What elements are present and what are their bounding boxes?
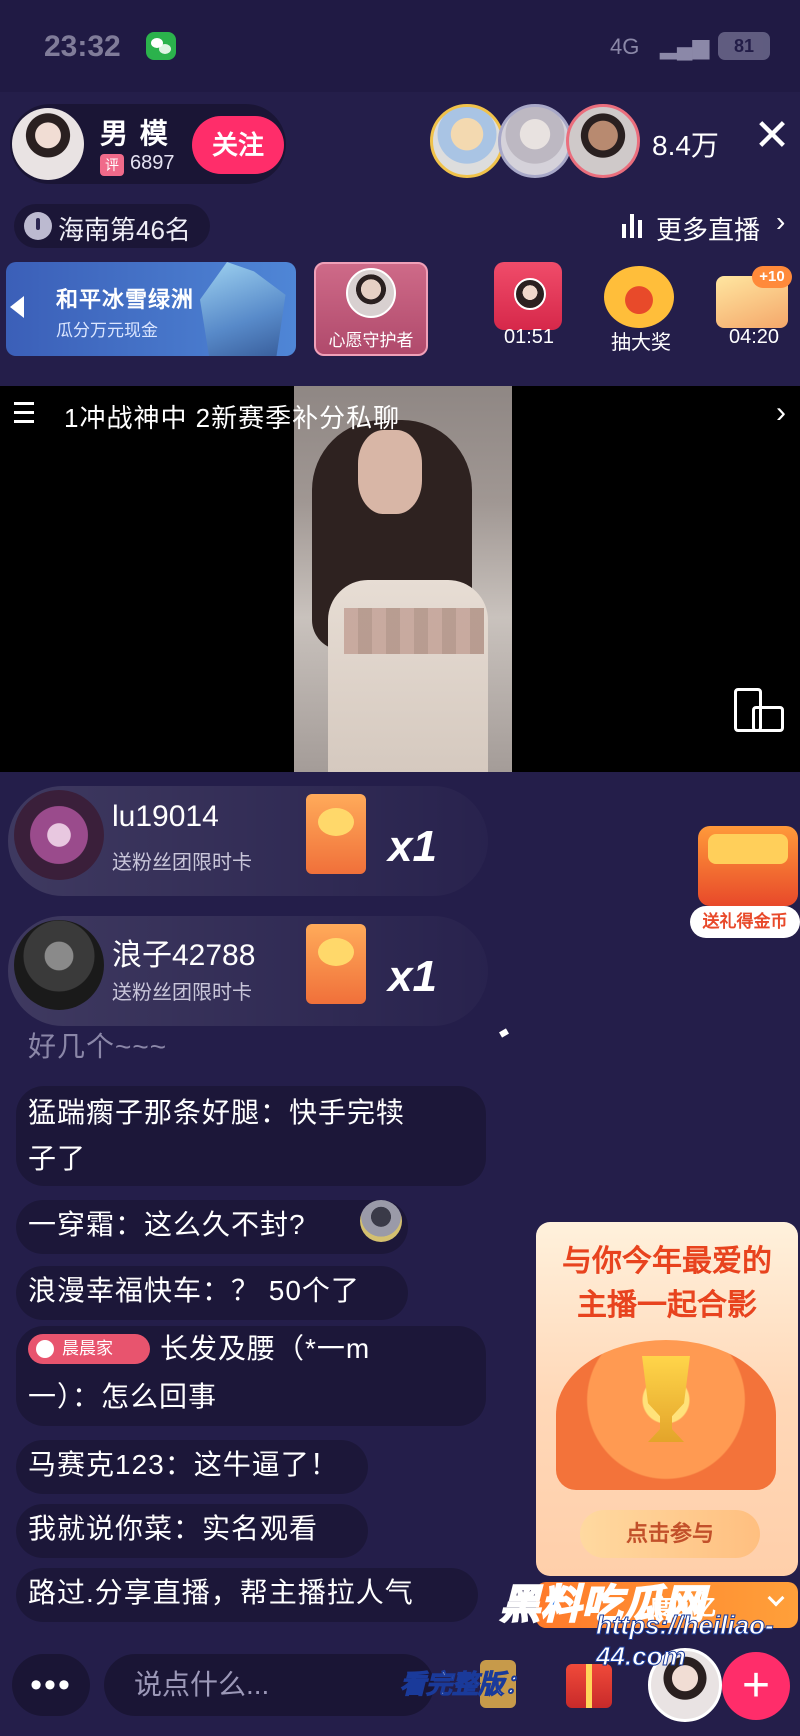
watermark-url: https://heiliao-44.com — [596, 1610, 775, 1672]
chevron-right-icon: › — [776, 206, 786, 237]
task-timer: 04:20 — [728, 326, 780, 348]
host-likes: 6897 — [130, 152, 175, 174]
fan-card-icon — [306, 794, 366, 874]
chat-message: 好几个~~~ — [28, 1031, 168, 1062]
red-envelope-icon[interactable] — [494, 262, 562, 330]
host-avatar[interactable] — [12, 108, 84, 180]
viewer-count[interactable]: 8.4万 — [652, 124, 719, 164]
bars-icon — [622, 214, 646, 238]
banner-title: 和平冰雪绿洲 — [56, 287, 195, 312]
gift-count: x1 — [388, 952, 437, 1001]
signal-icon: ▂▄▆ — [660, 34, 710, 59]
host-level-badge: 评 — [100, 154, 124, 176]
guardian-avatar — [346, 268, 396, 318]
gift-description: 送粉丝团限时卡 — [112, 852, 252, 874]
video-ticker: 1冲战神中 2新赛季补分私聊 — [64, 403, 401, 433]
plus-badge: +10 — [752, 266, 792, 288]
viewer-avatar[interactable] — [430, 104, 504, 178]
follow-button[interactable]: 关注 — [192, 116, 284, 174]
promo-title-line2: 主播一起合影 — [577, 1289, 757, 1322]
viewer-avatar[interactable] — [566, 104, 640, 178]
lottery-label: 抽大奖 — [611, 332, 671, 354]
gift-sender-avatar[interactable] — [14, 790, 104, 880]
more-options-button[interactable]: ••• — [12, 1654, 90, 1716]
gift-sender-name: 浪子42788 — [112, 939, 256, 972]
mosaic-censor — [344, 608, 484, 654]
video-person-face — [358, 430, 422, 514]
chat-message: 路过.分享直播，帮主播拉人气 — [28, 1577, 414, 1608]
chat-message: 浪漫幸福快车：？ 50个了 — [28, 1275, 360, 1306]
promo-title: 与你今年最爱的 主播一起合影 — [540, 1240, 794, 1328]
network-label: 4G — [610, 34, 640, 59]
wechat-icon — [146, 32, 176, 60]
battery-icon: 81 — [718, 32, 770, 60]
guardian-label: 心愿守护者 — [328, 331, 414, 350]
chat-message-cont: 一）：怎么回事 — [28, 1381, 218, 1412]
viewer-avatar[interactable] — [498, 104, 572, 178]
sunglasses-emoji-icon — [360, 1200, 402, 1242]
treasure-chest-icon[interactable] — [698, 826, 798, 906]
chat-message: 我就说你菜：实名观看 — [28, 1513, 319, 1544]
status-time: 23:32 — [44, 30, 121, 63]
chat-message: 长发及腰（*一m — [160, 1333, 371, 1364]
chevron-left-icon[interactable] — [10, 296, 24, 318]
lottery-icon[interactable] — [604, 266, 674, 328]
rank-text: 海南第46名 — [58, 215, 191, 245]
gift-sender-name: lu19014 — [112, 800, 219, 833]
clock-icon — [24, 212, 52, 240]
watermark-caption: 看完整版： — [399, 1669, 531, 1700]
fan-club-badge: 晨晨家 — [28, 1334, 150, 1364]
more-live-label: 更多直播 — [656, 215, 761, 245]
gift-description: 送粉丝团限时卡 — [112, 982, 252, 1004]
chevron-right-icon[interactable]: › — [776, 396, 786, 430]
gift-count: x1 — [388, 822, 437, 871]
participate-button[interactable]: 点击参与 — [580, 1510, 760, 1558]
gift-sender-avatar[interactable] — [14, 920, 104, 1010]
chat-message: 马赛克123：这牛逼了！ — [28, 1449, 339, 1480]
host-name: 男 模 — [100, 118, 170, 149]
chat-message: 一穿霜：这么久不封? — [28, 1209, 306, 1240]
menu-icon[interactable] — [14, 402, 42, 424]
cursor-mark — [499, 1028, 509, 1038]
fan-card-icon — [306, 924, 366, 1004]
red-envelope-timer: 01:51 — [503, 326, 555, 348]
banner-subtitle: 瓜分万元现金 — [56, 321, 158, 340]
gift-coins-label[interactable]: 送礼得金币 — [690, 906, 800, 938]
chat-message: 猛踹瘸子那条好腿：快手完犊 — [28, 1097, 406, 1128]
chat-message-cont: 子了 — [28, 1143, 87, 1174]
chat-input[interactable] — [104, 1654, 434, 1716]
promo-title-line1: 与你今年最爱的 — [562, 1245, 772, 1278]
rotate-screen-icon[interactable] — [734, 688, 784, 732]
close-icon[interactable]: ✕ — [752, 114, 792, 158]
